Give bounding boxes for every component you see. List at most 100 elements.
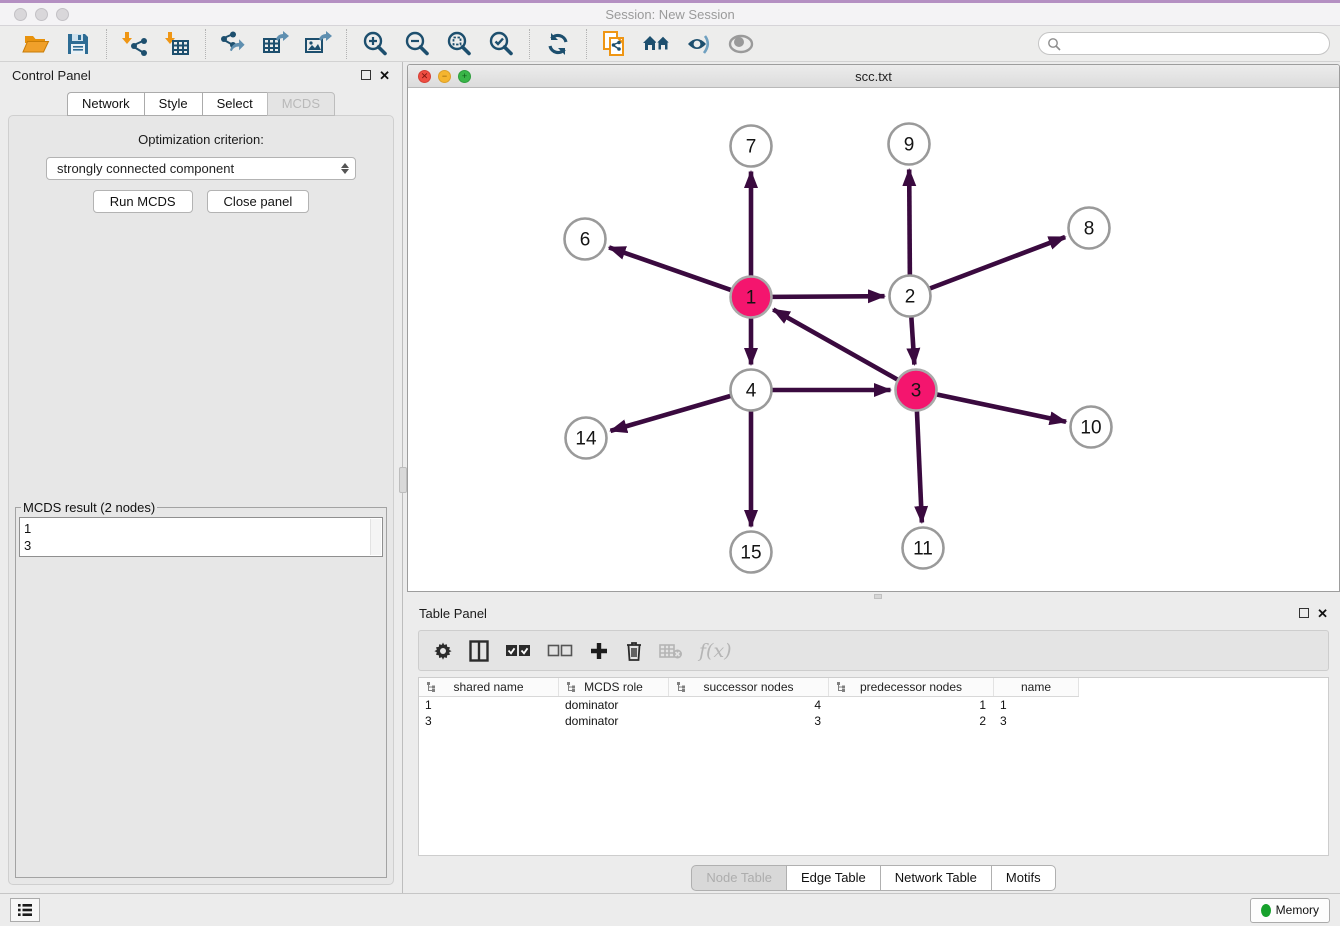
graph-edge-3-1[interactable] xyxy=(773,310,897,380)
task-history-list-button[interactable] xyxy=(10,898,40,922)
import-table-icon[interactable] xyxy=(159,29,195,59)
result-scrollbar[interactable] xyxy=(370,519,381,555)
open-folder-icon[interactable] xyxy=(18,29,54,59)
graph-node-label-9: 9 xyxy=(904,135,915,156)
column-header-successor-nodes[interactable]: successor nodes xyxy=(669,678,829,696)
criterion-select[interactable]: strongly connected component xyxy=(46,157,356,180)
column-header-name[interactable]: name xyxy=(994,678,1079,696)
tab-mcds[interactable]: MCDS xyxy=(267,92,335,116)
table-row[interactable]: 1dominator411 xyxy=(419,697,1079,713)
export-image-icon[interactable] xyxy=(300,29,336,59)
column-header-MCDS-role[interactable]: MCDS role xyxy=(559,678,669,696)
memory-button[interactable]: Memory xyxy=(1250,898,1330,923)
preview-eye-icon[interactable] xyxy=(723,29,759,59)
close-window-button[interactable] xyxy=(14,8,27,21)
export-network-icon[interactable] xyxy=(216,29,252,59)
status-bar: Memory xyxy=(0,893,1340,926)
toolbar-separator xyxy=(586,29,587,59)
graph-node-label-1: 1 xyxy=(746,288,757,309)
delete-table-disabled-icon xyxy=(659,637,683,665)
tab-motifs[interactable]: Motifs xyxy=(991,865,1056,891)
graph-node-label-6: 6 xyxy=(580,230,591,251)
table-settings-gear-icon[interactable] xyxy=(433,637,453,665)
column-header-shared-name[interactable]: shared name xyxy=(419,678,559,696)
close-table-panel-icon[interactable]: ✕ xyxy=(1317,607,1328,620)
mcds-result-textarea[interactable]: 1 3 xyxy=(19,517,383,557)
graph-edge-3-10[interactable] xyxy=(937,394,1066,421)
zoom-in-icon[interactable] xyxy=(357,29,393,59)
tab-network[interactable]: Network xyxy=(67,92,144,116)
optimization-criterion-label: Optimization criterion: xyxy=(138,132,264,147)
panel-splitter-vertical[interactable] xyxy=(402,62,407,893)
list-icon xyxy=(17,903,33,917)
tab-node-table[interactable]: Node Table xyxy=(691,865,786,891)
duplicate-network-icon[interactable] xyxy=(597,29,633,59)
cell-name: 1 xyxy=(994,697,1079,713)
control-panel-tabs: NetworkStyleSelectMCDS xyxy=(0,92,402,116)
splitter-dot[interactable] xyxy=(874,594,882,599)
graph-edge-3-11[interactable] xyxy=(917,411,922,522)
mcds-result-group: MCDS result (2 nodes) 1 3 xyxy=(15,500,387,878)
graph-node-label-3: 3 xyxy=(911,381,922,402)
tab-network-table[interactable]: Network Table xyxy=(880,865,991,891)
graph-edge-2-3[interactable] xyxy=(911,317,914,364)
hide-panel-eye-icon[interactable] xyxy=(681,29,717,59)
graph-edge-2-9[interactable] xyxy=(909,169,910,274)
tab-select[interactable]: Select xyxy=(202,92,267,116)
column-chooser-icon[interactable] xyxy=(469,637,489,665)
table-row[interactable]: 3dominator323 xyxy=(419,713,1079,729)
select-all-checkboxes-icon[interactable] xyxy=(505,637,531,665)
splitter-handle[interactable] xyxy=(399,467,407,493)
table-panel-tabs: Node TableEdge TableNetwork TableMotifs xyxy=(418,865,1329,891)
maximize-network-button[interactable]: + xyxy=(458,70,471,83)
float-table-panel-icon[interactable] xyxy=(1299,608,1309,618)
cell-predecessor-nodes: 2 xyxy=(829,713,994,729)
zoom-window-button[interactable] xyxy=(56,8,69,21)
cell-shared-name: 1 xyxy=(419,697,559,713)
close-panel-icon[interactable]: ✕ xyxy=(379,69,390,82)
column-header-label: name xyxy=(1021,680,1051,694)
delete-trash-icon[interactable] xyxy=(625,637,643,665)
close-network-button[interactable]: ✕ xyxy=(418,70,431,83)
search-icon xyxy=(1047,37,1061,51)
control-panel-title: Control Panel xyxy=(12,68,91,83)
graph-edge-2-8[interactable] xyxy=(930,237,1065,288)
network-view-window: ✕ − + scc.txt 7968124314101511 xyxy=(407,64,1340,592)
column-header-predecessor-nodes[interactable]: predecessor nodes xyxy=(829,678,994,696)
float-panel-icon[interactable] xyxy=(361,70,371,80)
zoom-out-icon[interactable] xyxy=(399,29,435,59)
network-canvas[interactable]: 7968124314101511 xyxy=(408,88,1339,591)
home-view-icon[interactable] xyxy=(639,29,675,59)
export-table-icon[interactable] xyxy=(258,29,294,59)
table-header-row: shared nameMCDS rolesuccessor nodesprede… xyxy=(419,678,1079,697)
refresh-layout-icon[interactable] xyxy=(540,29,576,59)
run-mcds-button[interactable]: Run MCDS xyxy=(93,190,193,213)
table-panel-title: Table Panel xyxy=(419,606,487,621)
zoom-selected-icon[interactable] xyxy=(483,29,519,59)
mcds-result-title: MCDS result (2 nodes) xyxy=(21,500,157,515)
fit-content-icon[interactable] xyxy=(441,29,477,59)
close-panel-button[interactable]: Close panel xyxy=(207,190,310,213)
graph-node-label-2: 2 xyxy=(905,287,916,308)
graph-edge-1-6[interactable] xyxy=(609,247,731,289)
import-network-icon[interactable] xyxy=(117,29,153,59)
tab-style[interactable]: Style xyxy=(144,92,202,116)
mcds-result-lines: 1 3 xyxy=(20,518,382,556)
graph-edge-1-2[interactable] xyxy=(772,296,884,297)
minimize-window-button[interactable] xyxy=(35,8,48,21)
mcds-panel-body: Optimization criterion: strongly connect… xyxy=(8,115,394,885)
network-window-title: scc.txt xyxy=(408,69,1339,84)
toolbar-separator xyxy=(529,29,530,59)
graph-edge-4-14[interactable] xyxy=(610,396,730,431)
tab-edge-table[interactable]: Edge Table xyxy=(786,865,880,891)
window-titlebar: Session: New Session xyxy=(0,0,1340,26)
search-input[interactable] xyxy=(1061,37,1321,51)
control-panel: Control Panel ✕ NetworkStyleSelectMCDS O… xyxy=(0,62,402,893)
minimize-network-button[interactable]: − xyxy=(438,70,451,83)
deselect-all-checkboxes-icon[interactable] xyxy=(547,637,573,665)
save-icon[interactable] xyxy=(60,29,96,59)
add-row-plus-icon[interactable] xyxy=(589,637,609,665)
cell-MCDS-role: dominator xyxy=(559,713,669,729)
panel-splitter-horizontal[interactable] xyxy=(407,592,1340,600)
network-graph[interactable]: 7968124314101511 xyxy=(408,88,1339,591)
